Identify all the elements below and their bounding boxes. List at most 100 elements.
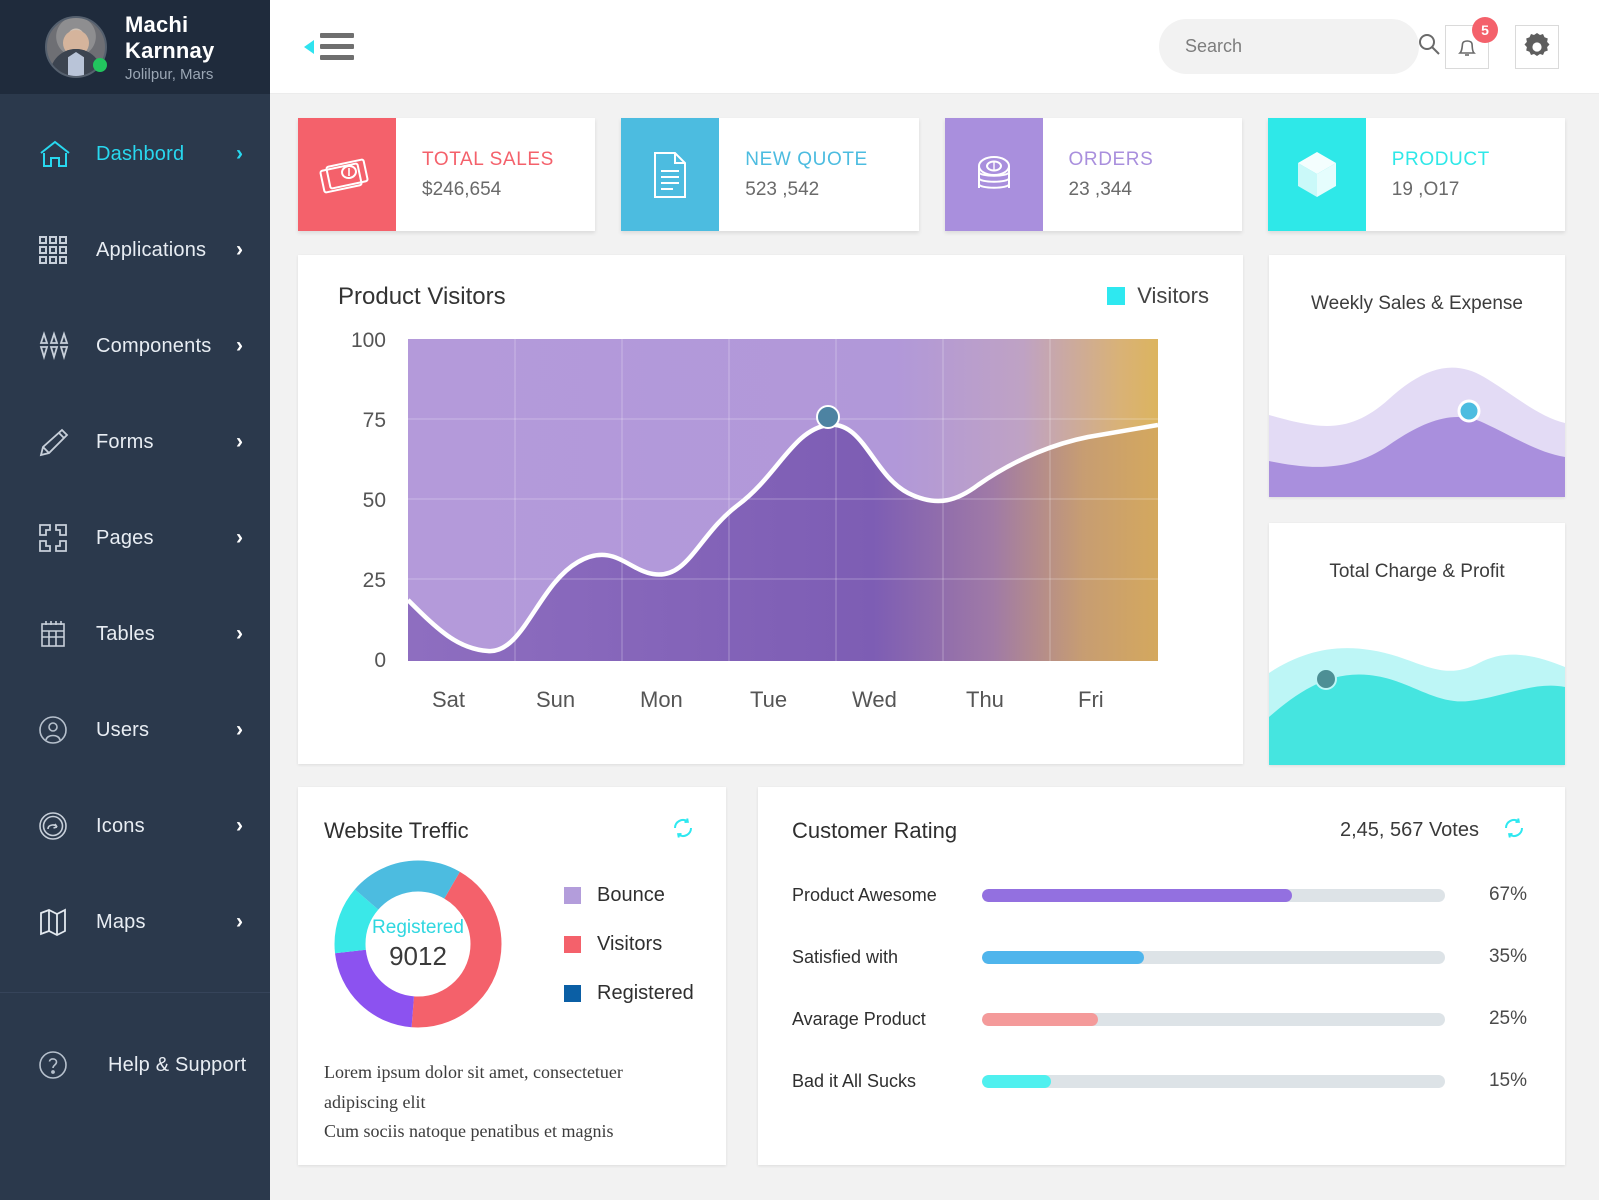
- product-visitors-chart: 100 75 50 25 0 Sat Sun Mon Tue Wed Thu F…: [351, 329, 1159, 712]
- charts-row: Product Visitors Visitors 100 75 50 25 0…: [298, 255, 1565, 765]
- legend-item-registered: Registered: [564, 982, 694, 1005]
- icons-icon: [38, 809, 78, 843]
- sidebar-item-label: Help & Support: [108, 1053, 247, 1076]
- traffic-legend: Bounce Visitors Registered: [522, 884, 694, 1005]
- chevron-right-icon: ›: [236, 334, 243, 357]
- rating-percent: 25%: [1488, 1008, 1527, 1029]
- sidebar-item-users[interactable]: Users ›: [0, 704, 270, 756]
- data-point-marker[interactable]: [816, 405, 840, 429]
- chevron-right-icon: ›: [236, 718, 243, 741]
- stat-cards: TOTAL SALES $246,654 NEW QUOTE 523 ,542: [298, 118, 1565, 231]
- topbar: 5: [270, 0, 1599, 94]
- gear-icon: [1524, 32, 1550, 56]
- chart-legend: Visitors: [1107, 283, 1209, 309]
- stat-title: ORDERS: [1068, 148, 1154, 170]
- rating-row-product-awesome: Product Awesome 67%: [792, 864, 1527, 926]
- stat-title: PRODUCT: [1391, 148, 1490, 170]
- sidebar-nav: Dashbord › Applications › Components › F…: [0, 94, 270, 1200]
- product-visitors-panel: Product Visitors Visitors 100 75 50 25 0…: [298, 255, 1243, 764]
- stat-card-total-sales[interactable]: TOTAL SALES $246,654: [298, 118, 596, 231]
- legend-item-visitors: Visitors: [564, 933, 694, 956]
- weekly-sales-chart: [1269, 367, 1565, 497]
- document-icon: [621, 118, 720, 231]
- x-tick-thu: Thu: [966, 687, 1004, 712]
- weekly-sales-panel: Weekly Sales & Expense: [1269, 255, 1565, 497]
- panel-title: Weekly Sales & Expense: [1311, 293, 1523, 314]
- rating-label: Avarage Product: [792, 1008, 926, 1029]
- sidebar-item-label: Tables: [96, 622, 156, 645]
- stat-card-product[interactable]: PRODUCT 19 ,O17: [1267, 118, 1565, 231]
- online-status-dot: [93, 58, 107, 72]
- rating-fill: [982, 1074, 1052, 1088]
- sidebar-item-applications[interactable]: Applications ›: [0, 224, 270, 276]
- sidebar-item-maps[interactable]: Maps ›: [0, 896, 270, 948]
- legend-label: Bounce: [597, 883, 665, 906]
- sidebar-item-dashbord[interactable]: Dashbord ›: [0, 128, 270, 180]
- sidebar-item-components[interactable]: Components ›: [0, 320, 270, 372]
- box-icon: [1267, 118, 1366, 231]
- chevron-right-icon: ›: [236, 814, 243, 837]
- sidebar-item-label: Maps: [96, 910, 146, 933]
- dashboard-app: Machi Karnnay Jolilpur, Mars Dashbord ›: [0, 0, 1599, 1200]
- x-tick-mon: Mon: [640, 687, 683, 712]
- rating-percent: 35%: [1488, 946, 1527, 967]
- table-icon: [38, 617, 78, 651]
- panel-title: Total Charge & Profit: [1329, 561, 1505, 582]
- x-tick-wed: Wed: [852, 687, 897, 712]
- traffic-donut-area: Registered 9012 Bounce Visitors Register…: [324, 860, 696, 1028]
- rating-track: [982, 1074, 1445, 1088]
- rating-track: [982, 1012, 1445, 1026]
- sidebar-item-help-support[interactable]: Help & Support: [0, 1039, 270, 1091]
- hamburger-icon[interactable]: [304, 33, 354, 60]
- refresh-icon[interactable]: [1501, 815, 1527, 846]
- traffic-donut-chart: Registered 9012: [334, 860, 502, 1028]
- legend-label: Visitors: [597, 932, 663, 955]
- total-charge-chart: [1269, 648, 1565, 765]
- votes-count: 2,45, 567 Votes: [1339, 819, 1479, 841]
- search-box[interactable]: [1159, 19, 1440, 74]
- donut-center-value: 9012: [389, 940, 447, 971]
- stat-value: 23 ,344: [1068, 178, 1132, 200]
- sidebar-item-icons[interactable]: Icons ›: [0, 800, 270, 852]
- customer-rating-panel: Customer Rating 2,45, 567 Votes Product …: [758, 787, 1565, 1165]
- search-input[interactable]: [1185, 36, 1417, 57]
- main-area: 5: [270, 0, 1599, 1200]
- sidebar-item-forms[interactable]: Forms ›: [0, 416, 270, 468]
- y-tick-100: 100: [351, 329, 386, 352]
- content-area: TOTAL SALES $246,654 NEW QUOTE 523 ,542: [270, 94, 1599, 1200]
- sidebar-item-label: Components: [96, 334, 212, 357]
- chevron-right-icon: ›: [236, 622, 243, 645]
- profile-name: Machi Karnnay: [125, 11, 215, 63]
- bottom-row: Website Treffic Registered 9012 Bounce V…: [298, 787, 1565, 1165]
- notifications-button[interactable]: 5: [1445, 16, 1498, 69]
- stat-title: TOTAL SALES: [422, 148, 554, 170]
- legend-swatch: [564, 886, 581, 904]
- stat-card-new-quote[interactable]: NEW QUOTE 523 ,542: [621, 118, 919, 231]
- sidebar: Machi Karnnay Jolilpur, Mars Dashbord ›: [0, 0, 270, 1200]
- stat-title: NEW QUOTE: [745, 148, 868, 170]
- x-tick-sat: Sat: [432, 687, 465, 712]
- total-charge-panel: Total Charge & Profit: [1269, 523, 1565, 765]
- search-icon[interactable]: [1417, 32, 1441, 61]
- side-charts-column: Weekly Sales & Expense Total Charge & Pr…: [1269, 255, 1565, 765]
- topbar-actions: 5: [1159, 16, 1559, 74]
- y-tick-75: 75: [363, 409, 386, 432]
- sidebar-item-label: Forms: [96, 430, 154, 453]
- rating-fill: [982, 888, 1293, 902]
- stat-card-orders[interactable]: ORDERS 23 ,344: [944, 118, 1242, 231]
- refresh-icon[interactable]: [670, 815, 696, 846]
- website-traffic-panel: Website Treffic Registered 9012 Bounce V…: [298, 787, 726, 1165]
- map-icon: [38, 905, 78, 939]
- traffic-note-line2: Cum sociis natoque penatibus et magnis: [324, 1121, 614, 1142]
- sidebar-item-pages[interactable]: Pages ›: [0, 512, 270, 564]
- profile-card[interactable]: Machi Karnnay Jolilpur, Mars: [0, 0, 270, 94]
- panel-title: Customer Rating: [792, 817, 958, 843]
- sidebar-item-label: Users: [96, 718, 150, 741]
- y-tick-25: 25: [363, 569, 386, 592]
- legend-swatch: [564, 984, 581, 1002]
- sidebar-item-label: Pages: [96, 526, 154, 549]
- legend-item-bounce: Bounce: [564, 884, 694, 907]
- settings-button[interactable]: [1515, 24, 1559, 69]
- rating-label: Bad it All Sucks: [792, 1070, 917, 1091]
- sidebar-item-tables[interactable]: Tables ›: [0, 608, 270, 660]
